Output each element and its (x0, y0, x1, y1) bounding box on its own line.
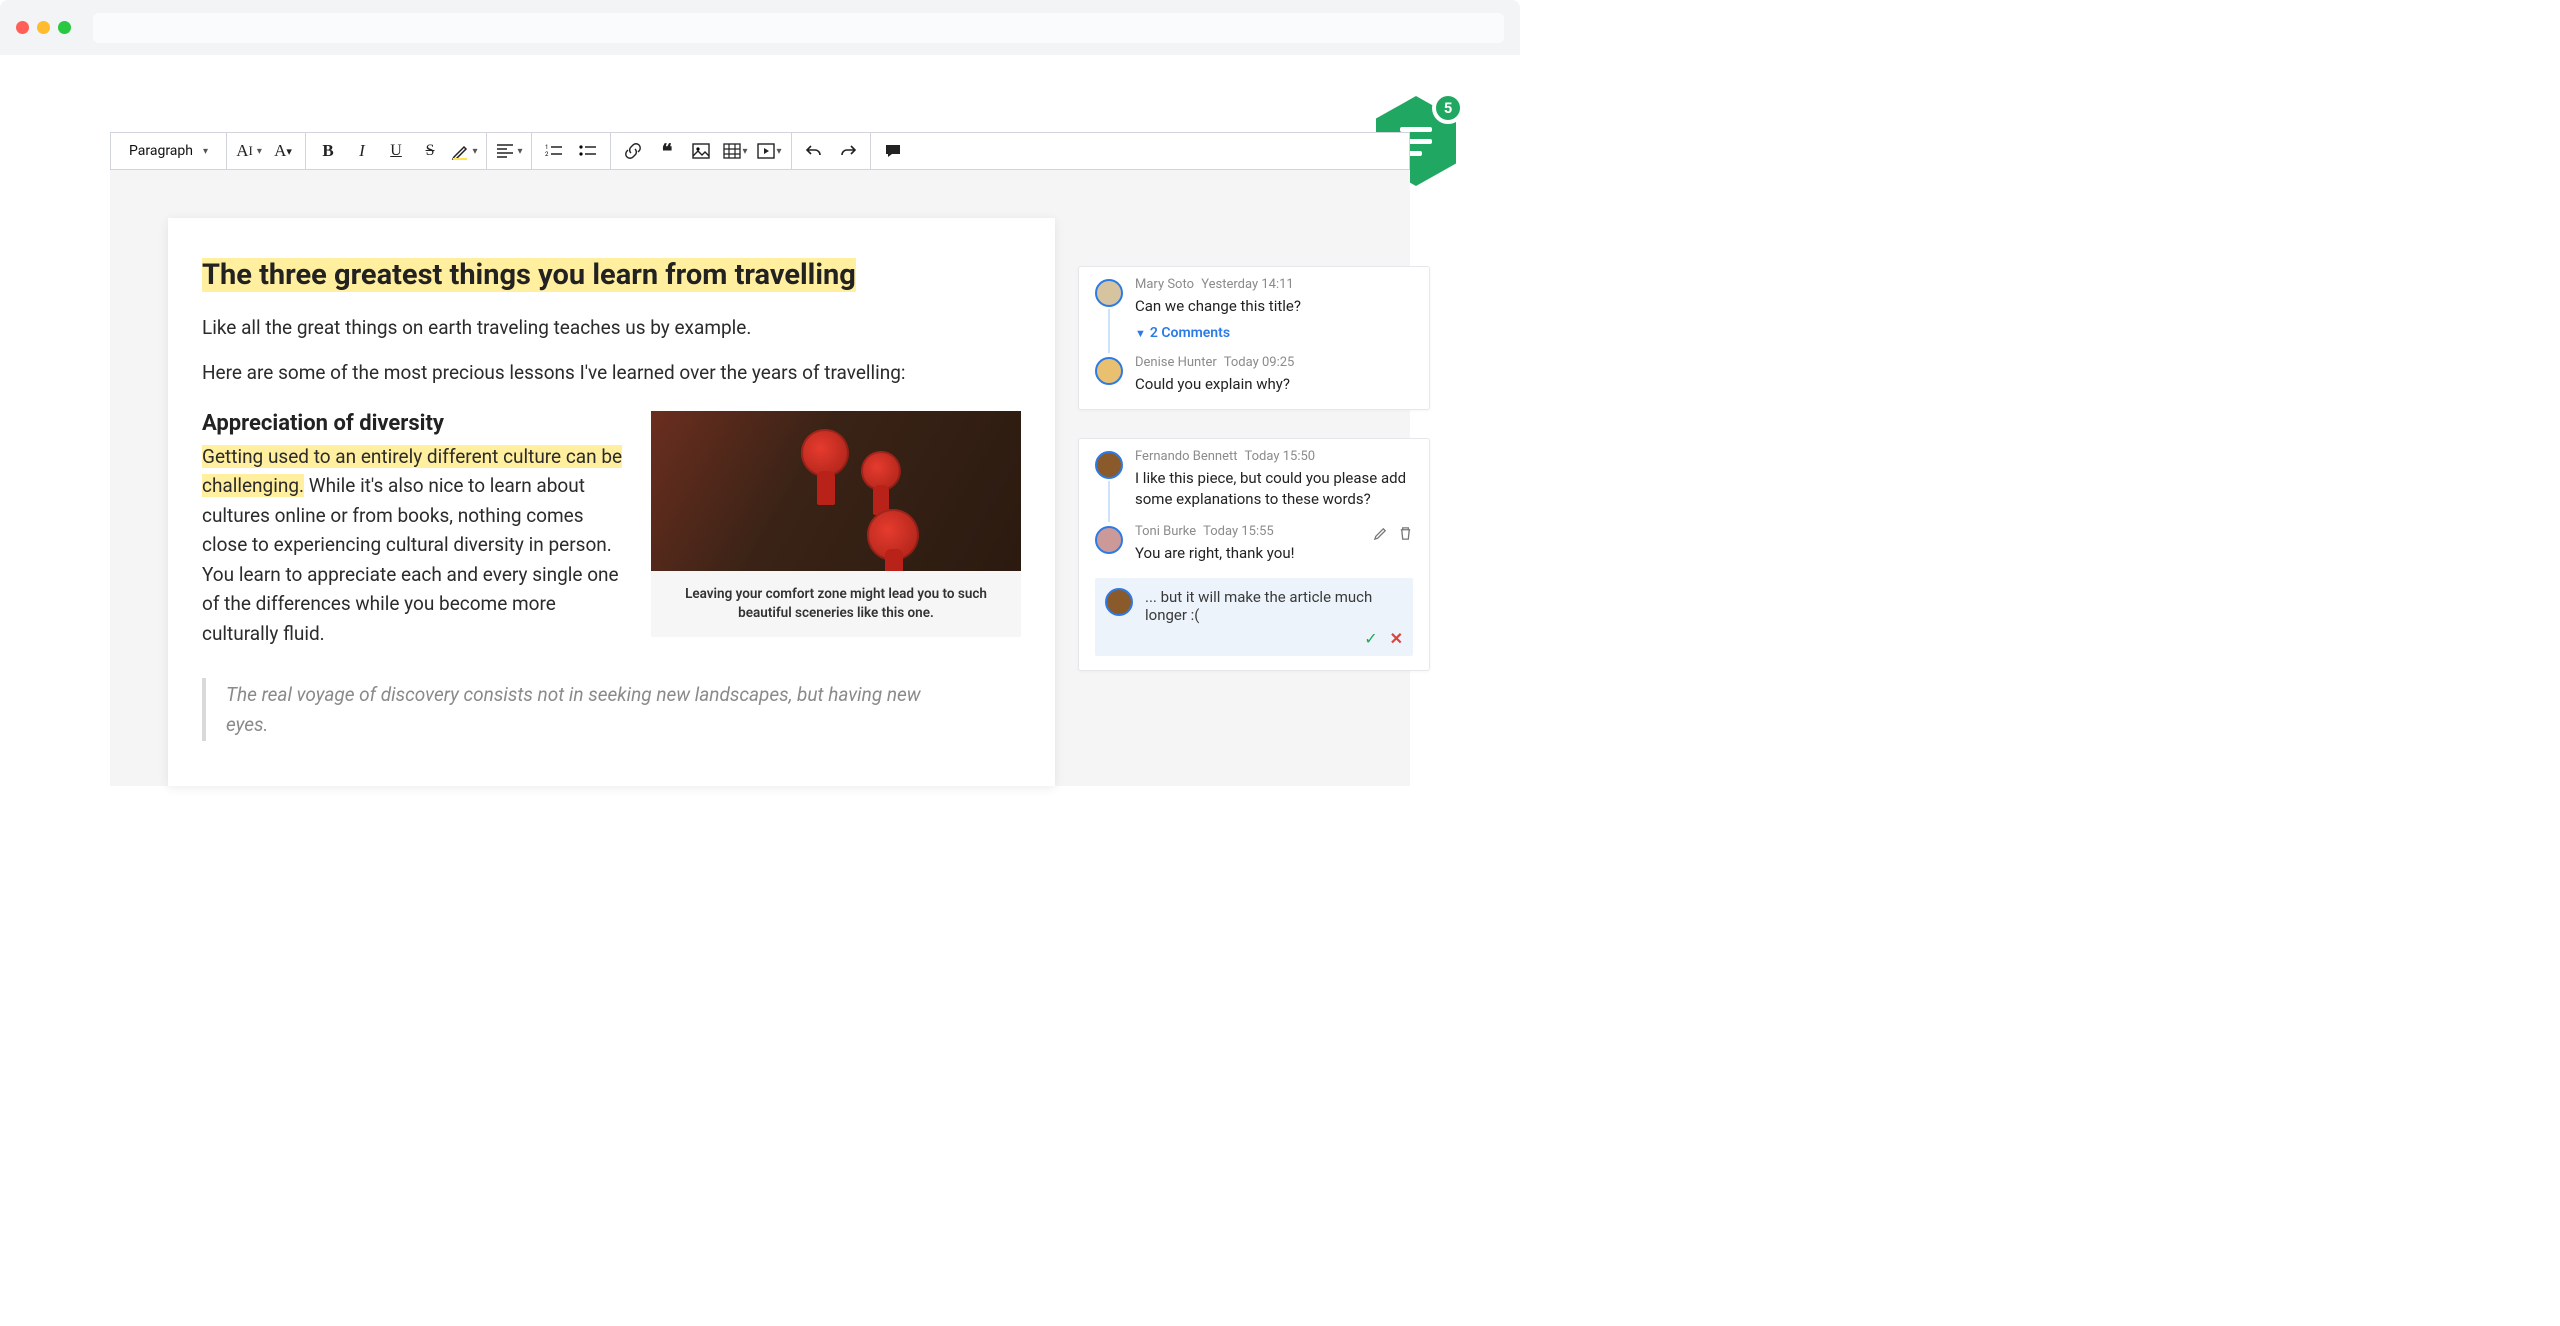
comment[interactable]: Toni Burke Today 15:55 You are right, th… (1095, 524, 1413, 564)
comment-text: Can we change this title? (1135, 296, 1413, 317)
comment-text: Could you explain why? (1135, 374, 1413, 395)
bullet-list-icon (579, 143, 597, 159)
figure-image[interactable] (651, 411, 1021, 571)
redo-button[interactable] (834, 133, 862, 169)
italic-button[interactable]: I (348, 133, 376, 169)
doc-h2[interactable]: Appreciation of diversity (202, 411, 627, 436)
comments-sidebar: Mary Soto Yesterday 14:11 Can we change … (1078, 266, 1430, 671)
undo-button[interactable] (800, 133, 828, 169)
app-window: 5 Paragraph ▾ AI▾ A▾ B I U S ▾ (0, 0, 1520, 786)
avatar (1105, 588, 1133, 616)
font-family-button[interactable]: AI▾ (235, 133, 263, 169)
paragraph-style-label: Paragraph (129, 143, 193, 159)
blockquote-button[interactable]: ❝ (653, 133, 681, 169)
paragraph-style-select[interactable]: Paragraph ▾ (119, 143, 218, 159)
edit-comment-button[interactable] (1373, 526, 1388, 545)
avatar (1095, 526, 1123, 554)
image-icon (692, 143, 710, 159)
avatar (1095, 451, 1123, 479)
underline-button[interactable]: U (382, 133, 410, 169)
link-icon (624, 142, 642, 160)
highlight-button[interactable]: ▾ (450, 133, 478, 169)
table-icon (723, 143, 741, 159)
window-minimize-button[interactable] (37, 21, 50, 34)
reply-input[interactable]: ... but it will make the article much lo… (1095, 578, 1413, 656)
comment-meta: Denise Hunter Today 09:25 (1135, 355, 1413, 370)
comment-meta: Fernando Bennett Today 15:50 (1135, 449, 1413, 464)
comment[interactable]: Denise Hunter Today 09:25 Could you expl… (1095, 355, 1413, 395)
trash-icon (1398, 526, 1413, 541)
figure[interactable]: Leaving your comfort zone might lead you… (651, 411, 1021, 648)
numbered-list-icon: 12 (545, 143, 563, 159)
pencil-icon (1373, 526, 1388, 541)
notification-count-badge: 5 (1432, 92, 1464, 124)
replies-toggle[interactable]: ▼2 Comments (1135, 325, 1413, 341)
comment-text: You are right, thank you! (1135, 543, 1413, 564)
avatar (1095, 279, 1123, 307)
comment-text: I like this piece, but could you please … (1135, 468, 1413, 510)
comment-icon (884, 143, 902, 159)
window-close-button[interactable] (16, 21, 29, 34)
doc-paragraph[interactable]: Getting used to an entirely different cu… (202, 442, 627, 648)
comment[interactable]: Mary Soto Yesterday 14:11 Can we change … (1095, 277, 1413, 341)
bullet-list-button[interactable] (574, 133, 602, 169)
numbered-list-button[interactable]: 12 (540, 133, 568, 169)
svg-text:1: 1 (545, 144, 548, 151)
figure-caption[interactable]: Leaving your comfort zone might lead you… (651, 571, 1021, 637)
comment[interactable]: Fernando Bennett Today 15:50 I like this… (1095, 449, 1413, 510)
chevron-down-icon: ▼ (1135, 327, 1146, 340)
font-size-button[interactable]: A▾ (269, 133, 297, 169)
table-button[interactable]: ▾ (721, 133, 749, 169)
comment-button[interactable] (879, 133, 907, 169)
editor-toolbar: Paragraph ▾ AI▾ A▾ B I U S ▾ (110, 132, 1410, 170)
comment-thread[interactable]: Fernando Bennett Today 15:50 I like this… (1078, 438, 1430, 671)
document-canvas[interactable]: The three greatest things you learn from… (168, 218, 1055, 786)
delete-comment-button[interactable] (1398, 526, 1413, 545)
reply-draft-text[interactable]: ... but it will make the article much lo… (1145, 588, 1401, 624)
strikethrough-button[interactable]: S (416, 133, 444, 169)
svg-text:2: 2 (545, 151, 549, 158)
address-bar[interactable] (93, 13, 1504, 43)
link-button[interactable] (619, 133, 647, 169)
submit-reply-button[interactable]: ✓ (1364, 629, 1377, 648)
comment-meta: Mary Soto Yesterday 14:11 (1135, 277, 1413, 292)
cancel-reply-button[interactable]: ✕ (1390, 629, 1403, 648)
doc-intro[interactable]: Like all the great things on earth trave… (202, 314, 1021, 343)
doc-blockquote[interactable]: The real voyage of discovery consists no… (202, 678, 922, 741)
avatar (1095, 357, 1123, 385)
window-zoom-button[interactable] (58, 21, 71, 34)
chevron-down-icon: ▾ (203, 146, 208, 157)
doc-intro2[interactable]: Here are some of the most precious lesso… (202, 359, 1021, 388)
comment-meta: Toni Burke Today 15:55 (1135, 524, 1413, 539)
comment-thread[interactable]: Mary Soto Yesterday 14:11 Can we change … (1078, 266, 1430, 410)
window-titlebar (0, 0, 1520, 55)
media-button[interactable]: ▾ (755, 133, 783, 169)
bold-button[interactable]: B (314, 133, 342, 169)
doc-title[interactable]: The three greatest things you learn from… (202, 258, 856, 292)
editor-area: Paragraph ▾ AI▾ A▾ B I U S ▾ (110, 132, 1410, 786)
undo-icon (805, 143, 823, 159)
align-left-icon (496, 143, 514, 159)
image-button[interactable] (687, 133, 715, 169)
redo-icon (839, 143, 857, 159)
media-icon (757, 143, 775, 159)
align-button[interactable]: ▾ (495, 133, 523, 169)
